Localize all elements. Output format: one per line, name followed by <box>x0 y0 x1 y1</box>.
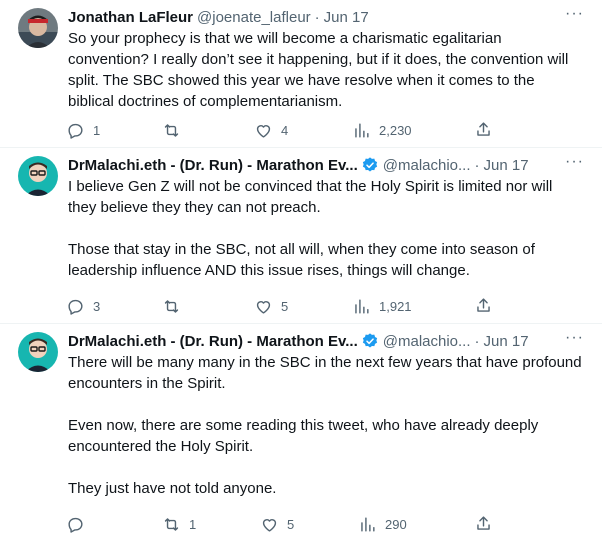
separator: · <box>474 332 480 350</box>
timestamp[interactable]: Jun 17 <box>484 333 529 350</box>
reply-button[interactable] <box>66 515 93 534</box>
tweet-paragraph: Those that stay in the SBC, not all will… <box>68 241 535 279</box>
share-icon <box>474 296 493 315</box>
reply-icon <box>66 121 85 140</box>
share-button[interactable] <box>474 296 493 315</box>
author-name[interactable]: DrMalachi.eth - (Dr. Run) - Marathon Ev.… <box>68 333 358 350</box>
verified-badge-icon <box>361 332 379 350</box>
reply-count: 1 <box>93 122 101 138</box>
author-name[interactable]: DrMalachi.eth - (Dr. Run) - Marathon Ev.… <box>68 157 358 174</box>
timestamp[interactable]: Jun 17 <box>324 9 369 26</box>
separator: · <box>314 8 320 26</box>
like-button[interactable]: 5 <box>254 297 288 316</box>
reply-button[interactable]: 3 <box>66 297 100 316</box>
reply-icon <box>66 515 85 534</box>
tweet[interactable]: DrMalachi.eth - (Dr. Run) - Marathon Ev.… <box>0 324 602 549</box>
share-button[interactable] <box>474 120 493 139</box>
author-handle[interactable]: @malachio... <box>383 333 471 350</box>
tweet-text: I believe Gen Z will not be convinced th… <box>68 176 584 281</box>
author-handle[interactable]: @malachio... <box>383 157 471 174</box>
timestamp[interactable]: Jun 17 <box>484 157 529 174</box>
tweet-paragraph: They just have not told anyone. <box>68 480 277 497</box>
more-options-icon[interactable]: ··· <box>565 5 584 23</box>
tweet-text: So your prophecy is that we will become … <box>68 28 584 112</box>
tweet-paragraph: So your prophecy is that we will become … <box>68 30 569 110</box>
like-count: 5 <box>281 298 289 314</box>
tweet-header: DrMalachi.eth - (Dr. Run) - Marathon Ev.… <box>68 155 594 175</box>
view-count: 1,921 <box>379 298 412 314</box>
retweet-icon <box>162 121 181 140</box>
reply-button[interactable]: 1 <box>66 121 100 140</box>
avatar[interactable] <box>18 8 58 48</box>
avatar[interactable] <box>18 156 58 196</box>
like-count: 4 <box>281 122 289 138</box>
retweet-button[interactable]: 1 <box>162 515 196 534</box>
view-count: 2,230 <box>379 122 412 138</box>
share-icon <box>474 514 493 533</box>
views-button[interactable]: 1,921 <box>352 297 412 316</box>
like-button[interactable]: 4 <box>254 121 288 140</box>
views-button[interactable]: 290 <box>358 515 407 534</box>
avatar[interactable] <box>18 332 58 372</box>
action-bar: 1 5 290 <box>66 514 502 534</box>
views-icon <box>352 121 371 140</box>
tweet-text: There will be many many in the SBC in th… <box>68 352 584 499</box>
heart-icon <box>260 515 279 534</box>
share-button[interactable] <box>474 514 493 533</box>
tweet[interactable]: Jonathan LaFleur @joenate_lafleur · Jun … <box>0 0 602 148</box>
more-options-icon[interactable]: ··· <box>565 153 584 171</box>
action-bar: 3 5 1,921 <box>66 296 502 316</box>
more-options-icon[interactable]: ··· <box>565 329 584 347</box>
retweet-icon <box>162 515 181 534</box>
separator: · <box>474 156 480 174</box>
views-icon <box>358 515 377 534</box>
reply-icon <box>66 297 85 316</box>
view-count: 290 <box>385 516 407 532</box>
tweet[interactable]: DrMalachi.eth - (Dr. Run) - Marathon Ev.… <box>0 148 602 324</box>
author-name[interactable]: Jonathan LaFleur <box>68 9 193 26</box>
tweet-header: DrMalachi.eth - (Dr. Run) - Marathon Ev.… <box>68 331 594 351</box>
reply-count: 3 <box>93 298 101 314</box>
heart-icon <box>254 297 273 316</box>
retweet-count: 1 <box>189 516 197 532</box>
share-icon <box>474 120 493 139</box>
tweet-paragraph: I believe Gen Z will not be convinced th… <box>68 178 553 216</box>
retweet-button[interactable] <box>162 121 189 140</box>
retweet-button[interactable] <box>162 297 189 316</box>
views-button[interactable]: 2,230 <box>352 121 412 140</box>
heart-icon <box>254 121 273 140</box>
tweet-paragraph: There will be many many in the SBC in th… <box>68 354 582 392</box>
like-count: 5 <box>287 516 295 532</box>
tweet-header: Jonathan LaFleur @joenate_lafleur · Jun … <box>68 7 594 27</box>
views-icon <box>352 297 371 316</box>
tweet-paragraph: Even now, there are some reading this tw… <box>68 417 539 455</box>
verified-badge-icon <box>361 156 379 174</box>
retweet-icon <box>162 297 181 316</box>
like-button[interactable]: 5 <box>260 515 294 534</box>
action-bar: 1 4 2,230 <box>66 120 502 140</box>
author-handle[interactable]: @joenate_lafleur <box>197 9 311 26</box>
